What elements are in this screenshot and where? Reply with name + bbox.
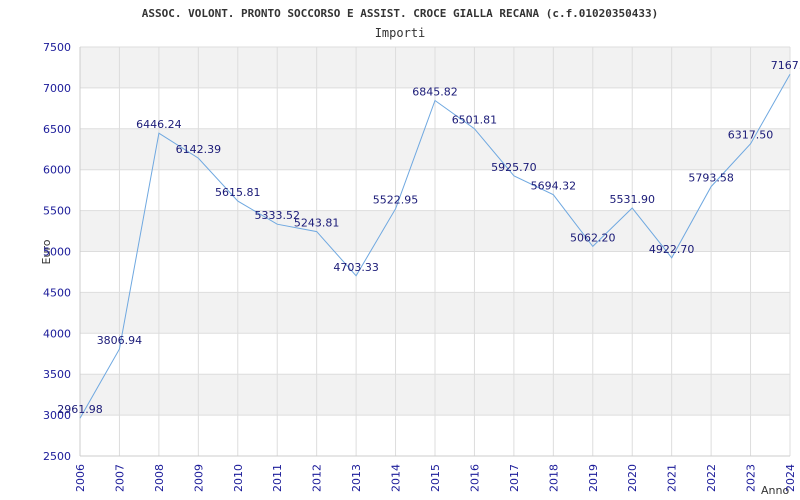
data-label: 4922.70 [649,243,695,256]
y-tick-label: 5000 [43,246,71,259]
y-tick-label: 6500 [43,123,71,136]
y-tick-label: 4000 [43,327,71,340]
x-tick-label: 2012 [311,464,324,492]
y-tick-label: 4500 [43,286,71,299]
x-tick-label: 2010 [232,464,245,492]
y-tick-label: 2500 [43,450,71,463]
x-tick-label: 2015 [429,464,442,492]
x-tick-label: 2013 [350,464,363,492]
data-label: 5062.20 [570,231,616,244]
chart-title: ASSOC. VOLONT. PRONTO SOCCORSO E ASSIST.… [142,7,659,20]
x-tick-label: 2019 [587,464,600,492]
data-label: 5694.32 [531,180,577,193]
line-chart: ASSOC. VOLONT. PRONTO SOCCORSO E ASSIST.… [40,7,800,497]
data-label: 6845.82 [412,86,458,99]
y-tick-label: 6000 [43,164,71,177]
data-label: 5793.58 [688,172,734,185]
x-tick-label: 2023 [745,464,758,492]
y-tick-labels: 2500300035004000450050005500600065007000… [43,41,71,463]
data-label: 6501.81 [452,114,498,127]
x-tick-label: 2016 [468,464,481,492]
y-tick-label: 5500 [43,205,71,218]
data-label: 5243.81 [294,217,340,230]
data-label: 6446.24 [136,118,182,131]
x-tick-label: 2008 [153,464,166,492]
chart-subtitle: Importi [375,26,426,40]
x-tick-label: 2014 [390,464,403,492]
data-label: 2961.98 [57,403,103,416]
x-tick-label: 2007 [113,464,126,492]
x-tick-label: 2024 [784,464,797,492]
x-tick-label: 2009 [192,464,205,492]
x-tick-label: 2021 [666,464,679,492]
data-label: 5531.90 [609,193,655,206]
data-label: 7167.1 [771,59,800,72]
data-label: 6142.39 [176,143,222,156]
x-tick-label: 2022 [705,464,718,492]
x-tick-label: 2011 [271,464,284,492]
data-label: 5615.81 [215,186,261,199]
y-tick-label: 7500 [43,41,71,54]
data-label: 3806.94 [97,334,143,347]
y-tick-label: 3500 [43,368,71,381]
x-tick-label: 2020 [626,464,639,492]
x-tick-labels: 2006 2007 2008 2009 2010 2011 2012 2013 2014 2015… [74,464,797,492]
y-tick-label: 7000 [43,82,71,95]
x-tick-label: 2018 [547,464,560,492]
x-tick-label: 2006 [74,464,87,492]
data-label: 4703.33 [333,261,379,274]
x-tick-label: 2017 [508,464,521,492]
data-label: 6317.50 [728,129,774,142]
data-label: 5925.70 [491,161,537,174]
data-label: 5522.95 [373,194,419,207]
